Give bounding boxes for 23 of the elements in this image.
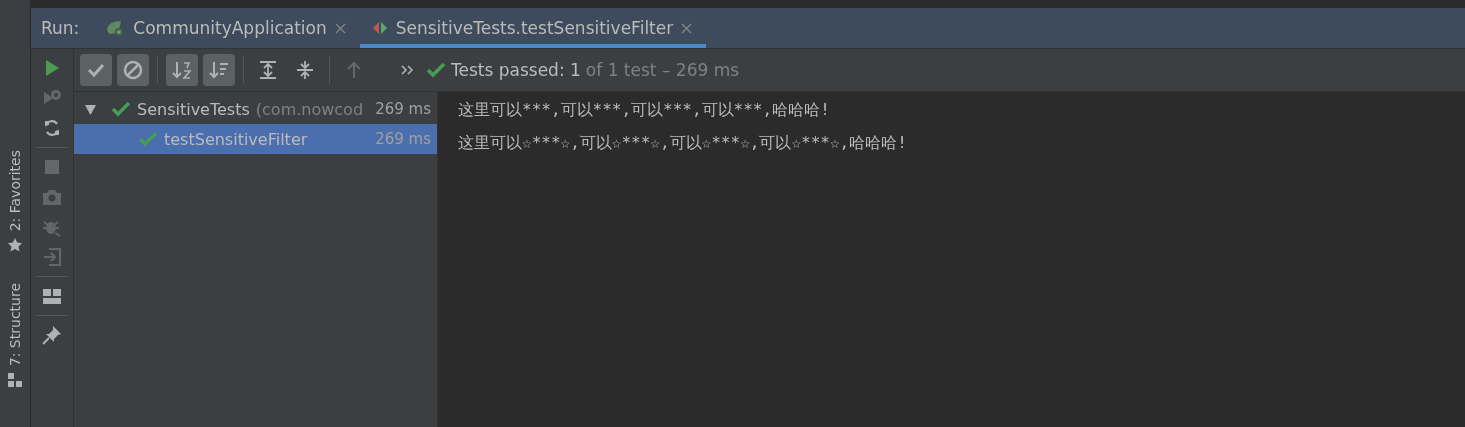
status-detail: of 1 test – 269 ms bbox=[585, 60, 740, 80]
console-line: 这里可以***,可以***,可以***,可以***,哈哈哈! bbox=[458, 99, 831, 121]
side-panel-tab[interactable]: 7: Structure bbox=[7, 283, 23, 367]
status-text: Tests passed: 1 bbox=[451, 60, 581, 80]
console-line: 这里可以☆***☆,可以☆***☆,可以☆***☆,可以☆***☆,哈哈哈! bbox=[458, 132, 908, 154]
tree-row[interactable]: SensitiveTests (com.nowcod 269 ms bbox=[74, 94, 437, 124]
duration-text: 269 ms bbox=[375, 100, 431, 118]
expand-arrow-icon[interactable] bbox=[84, 102, 97, 116]
close-icon[interactable] bbox=[334, 22, 346, 34]
side-panel-tab[interactable]: 2: Favorites bbox=[7, 150, 23, 232]
pin-icon[interactable] bbox=[41, 324, 63, 346]
test-icon bbox=[371, 20, 388, 36]
leaf-icon bbox=[105, 19, 126, 37]
close-icon[interactable] bbox=[681, 22, 693, 34]
star-icon bbox=[7, 237, 23, 254]
check-icon bbox=[426, 62, 446, 78]
duration-text: 269 ms bbox=[375, 130, 431, 148]
test-name: SensitiveTests bbox=[137, 99, 250, 119]
structure-icon bbox=[8, 372, 22, 387]
run-tab[interactable]: CommunityApplication bbox=[93, 8, 360, 48]
test-name: testSensitiveFilter bbox=[164, 129, 308, 149]
package-name: (com.nowcod bbox=[255, 99, 364, 119]
run-label: Run: bbox=[40, 18, 81, 38]
